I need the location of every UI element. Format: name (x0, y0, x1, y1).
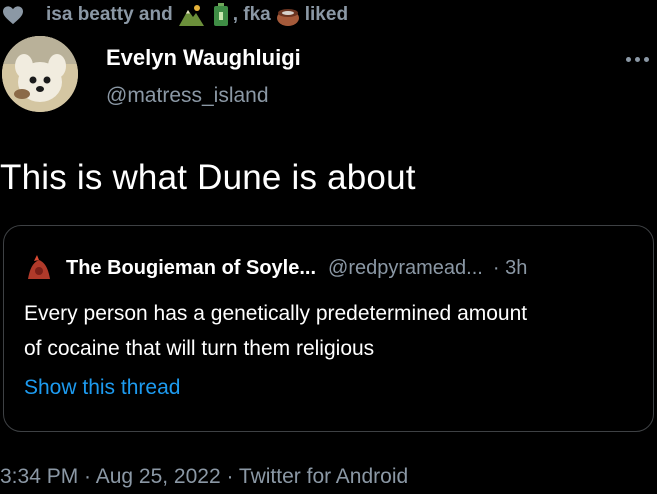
mountain-emoji-icon (178, 5, 204, 26)
avatar-illustration-icon (2, 36, 78, 112)
liked-user-2-suffix[interactable]: , fka (233, 4, 271, 26)
quote-body-line: Every person has a genetically predeterm… (24, 302, 528, 325)
avatar[interactable] (2, 36, 78, 112)
quote-display-name[interactable]: The Bougieman of Soyle... (66, 257, 316, 280)
quote-body-line: of cocaine that will turn them religious (24, 337, 375, 360)
show-thread-link[interactable]: Show this thread (24, 376, 180, 400)
quote-avatar[interactable] (24, 253, 54, 283)
tweet-timestamp[interactable]: 3:34 PM · Aug 25, 2022 · Twitter for And… (0, 465, 408, 489)
quote-body: Every person has a genetically predeterm… (24, 296, 644, 366)
more-options-icon[interactable] (626, 52, 657, 66)
liked-action: liked (304, 4, 349, 25)
liked-user-1[interactable]: isa beatty and (46, 4, 173, 26)
battery-emoji-icon (213, 3, 228, 26)
quote-tweet-card[interactable]: The Bougieman of Soyle... @redpyramead..… (3, 225, 654, 432)
cup-emoji-icon (276, 9, 299, 26)
heart-icon (3, 6, 23, 25)
liked-banner: isa beatty and , fka liked (0, 0, 348, 30)
quote-time[interactable]: · 3h (493, 257, 527, 280)
quote-header: The Bougieman of Soyle... @redpyramead..… (24, 253, 527, 283)
handle[interactable]: @matress_island (106, 84, 269, 108)
tweet-text: This is what Dune is about (0, 158, 416, 197)
quote-handle[interactable]: @redpyramead... (328, 257, 483, 280)
display-name[interactable]: Evelyn Waughluigi (106, 45, 301, 71)
